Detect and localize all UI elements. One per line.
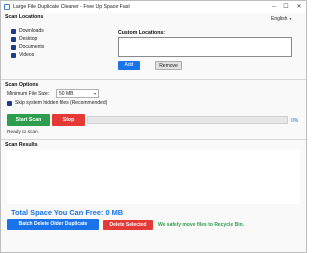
location-label: Videos — [19, 52, 35, 58]
scan-locations-heading: Scan Locations — [5, 14, 44, 20]
location-downloads[interactable]: Downloads — [11, 27, 44, 35]
recycle-bin-note: We safely move files to Recycle Bin. — [158, 222, 245, 228]
location-label: Desktop — [19, 36, 38, 42]
min-size-select[interactable]: 50 MB ▾ — [56, 89, 99, 98]
maximize-button[interactable]: ☐ — [281, 1, 291, 13]
delete-selected-button[interactable]: Delete Selected — [103, 220, 153, 230]
remove-location-button[interactable]: Remove — [155, 61, 182, 70]
min-size-value: 50 MB — [59, 91, 74, 97]
add-location-button[interactable]: Add — [118, 61, 140, 70]
location-desktop[interactable]: Desktop — [11, 35, 37, 43]
scan-progress-bar — [87, 116, 288, 124]
main-content: Scan Locations English ▾ Downloads Deskto… — [1, 13, 306, 252]
divider — [1, 139, 306, 140]
custom-locations-list[interactable] — [118, 37, 292, 57]
custom-locations-heading: Custom Locations: — [118, 30, 165, 36]
location-label: Documents — [19, 44, 45, 50]
app-window: Large File Duplicate Cleaner - Free Up S… — [0, 0, 307, 253]
window-title: Large File Duplicate Cleaner - Free Up S… — [13, 4, 130, 10]
skip-hidden-option[interactable]: Skip system hidden files (Recommended) — [7, 99, 107, 107]
checkbox-icon[interactable] — [7, 100, 12, 106]
checkbox-icon[interactable] — [11, 44, 16, 50]
skip-hidden-label: Skip system hidden files (Recommended) — [15, 100, 108, 106]
total-space-label: Total Space You Can Free: 0 MB — [11, 208, 124, 217]
location-documents[interactable]: Documents — [11, 43, 44, 51]
location-label: Downloads — [19, 28, 44, 34]
title-bar: Large File Duplicate Cleaner - Free Up S… — [1, 1, 306, 13]
scan-options-heading: Scan Options — [5, 82, 39, 88]
batch-delete-button[interactable]: Batch Delete Older Duplicate — [7, 219, 99, 230]
close-button[interactable]: ✕ — [294, 1, 304, 13]
results-list[interactable] — [7, 150, 300, 204]
language-select[interactable]: English ▾ — [271, 16, 291, 22]
checkbox-icon[interactable] — [11, 52, 16, 58]
app-icon — [4, 4, 10, 10]
divider — [1, 79, 306, 80]
stop-button[interactable]: Stop — [52, 114, 85, 126]
minimize-button[interactable]: – — [269, 1, 279, 13]
checkbox-icon[interactable] — [11, 28, 16, 34]
location-videos[interactable]: Videos — [11, 51, 34, 59]
start-scan-button[interactable]: Start Scan — [7, 114, 50, 126]
language-value: English — [271, 16, 288, 22]
progress-percent: 0% — [291, 118, 299, 124]
min-size-label: Minimum File Size: — [7, 91, 50, 97]
chevron-down-icon: ▾ — [289, 16, 292, 21]
chevron-down-icon: ▾ — [93, 91, 96, 96]
checkbox-icon[interactable] — [11, 36, 16, 42]
status-text: Ready to scan. — [7, 130, 39, 135]
scan-results-heading: Scan Results — [5, 142, 38, 148]
